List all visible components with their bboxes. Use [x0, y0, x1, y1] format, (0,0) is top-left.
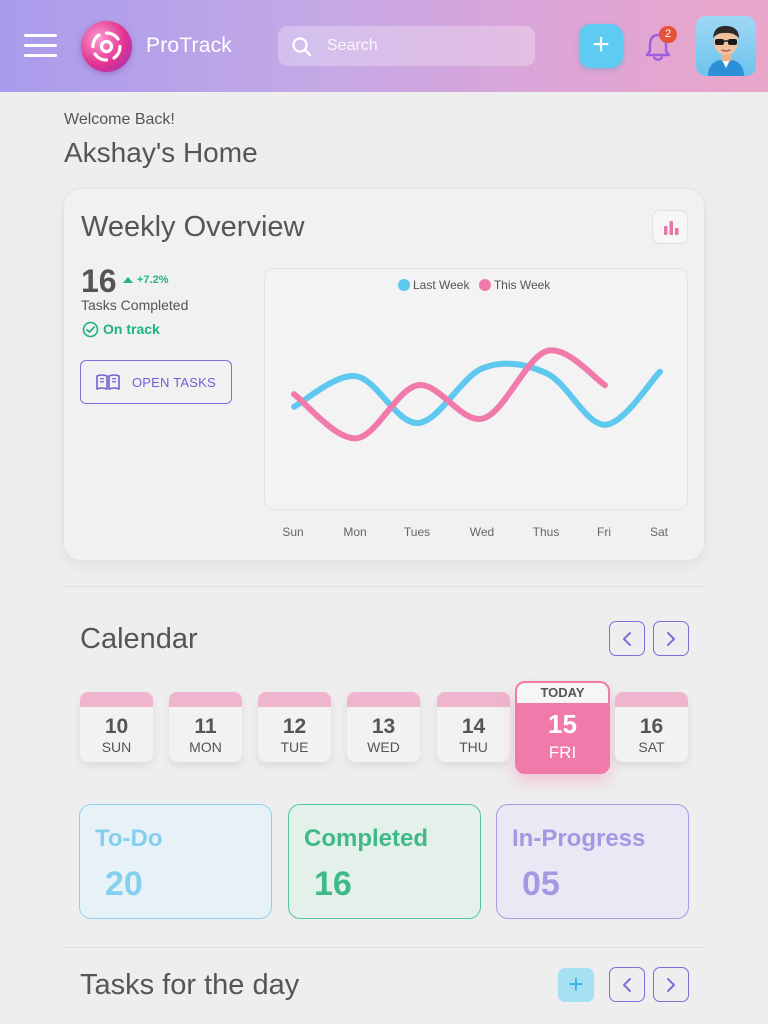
book-icon	[96, 374, 120, 390]
stat-value: 16	[314, 865, 352, 903]
x-tick-label: Wed	[469, 525, 495, 539]
series-line-last-week	[291, 360, 663, 428]
search-input[interactable]	[327, 26, 527, 66]
chart-x-axis: Sun Mon Tues Wed Thus Fri Sat	[264, 525, 688, 541]
x-tick-label: Tues	[403, 525, 431, 539]
stat-label: To-Do	[95, 825, 163, 852]
top-bar: ProTrack + 2	[0, 0, 768, 92]
trend-up-icon	[123, 277, 133, 283]
completed-stat-card[interactable]: Completed 16	[288, 804, 481, 919]
add-button[interactable]: +	[579, 24, 623, 68]
open-tasks-button[interactable]: OPEN TASKS	[80, 360, 232, 404]
today-caption: TODAY	[517, 683, 608, 703]
calendar-day-today[interactable]: TODAY 15 FRI	[515, 681, 610, 774]
day-number: 11	[194, 715, 217, 738]
stat-value: 05	[522, 865, 560, 903]
chart-plot	[291, 347, 663, 442]
weekly-overview-title: Weekly Overview	[81, 211, 305, 243]
day-of-week: FRI	[548, 743, 577, 762]
open-tasks-label: OPEN TASKS	[132, 375, 216, 390]
tasks-prev-button[interactable]	[609, 967, 645, 1002]
x-tick-label: Thus	[532, 525, 560, 539]
tasks-next-button[interactable]	[653, 967, 689, 1002]
chevron-left-icon	[623, 978, 631, 992]
day-number: 14	[461, 715, 486, 738]
todo-stat-card[interactable]: To-Do 20	[79, 804, 272, 919]
protrack-logo	[81, 21, 132, 72]
calendar-day[interactable]: 12 TUE	[258, 692, 331, 762]
app-name: ProTrack	[146, 34, 232, 57]
x-tick-label: Sun	[282, 525, 304, 539]
stat-label: Completed	[304, 825, 429, 852]
chevron-right-icon	[667, 978, 675, 992]
chevron-right-icon	[667, 632, 675, 646]
tasks-section-title: Tasks for the day	[80, 969, 300, 1001]
calendar-title: Calendar	[80, 623, 198, 655]
x-tick-label: Fri	[597, 525, 611, 539]
page-title: Akshay's Home	[64, 137, 258, 168]
welcome-greeting: Welcome Back!	[64, 111, 175, 128]
hamburger-menu-icon[interactable]	[24, 34, 57, 58]
search-bar[interactable]	[278, 26, 535, 66]
tasks-completed-label: Tasks Completed	[81, 297, 189, 313]
tasks-completed-count: 16	[81, 263, 117, 299]
day-of-week: MON	[189, 739, 222, 755]
search-icon	[292, 37, 312, 57]
calendar-day[interactable]: 10 SUN	[80, 692, 153, 762]
stat-value: 20	[105, 865, 143, 903]
section-divider	[63, 947, 705, 948]
stat-label: In-Progress	[512, 825, 646, 852]
x-tick-label: Sat	[649, 525, 669, 539]
check-circle-icon	[82, 321, 99, 338]
x-tick-label: Mon	[343, 525, 367, 539]
trend-percent: +7.2%	[137, 274, 169, 286]
day-of-week: SUN	[101, 739, 132, 755]
calendar-day[interactable]: 11 MON	[169, 692, 242, 762]
day-number: 16	[639, 715, 664, 738]
day-number: 13	[371, 715, 396, 738]
day-of-week: TUE	[280, 739, 309, 755]
day-of-week: SAT	[638, 739, 665, 755]
avatar[interactable]	[696, 16, 756, 76]
section-divider	[63, 586, 705, 587]
day-number: 12	[282, 715, 307, 738]
add-task-button[interactable]: +	[558, 968, 594, 1002]
day-of-week: THU	[459, 739, 488, 755]
bar-chart-icon[interactable]	[652, 210, 688, 244]
chevron-left-icon	[623, 632, 631, 646]
in-progress-stat-card[interactable]: In-Progress 05	[496, 804, 689, 919]
series-line-this-week	[291, 347, 608, 442]
status-text: On track	[103, 321, 160, 337]
calendar-next-button[interactable]	[653, 621, 689, 656]
calendar-day[interactable]: 16 SAT	[615, 692, 688, 762]
day-of-week: WED	[367, 739, 400, 755]
notification-badge: 2	[659, 26, 677, 43]
calendar-day[interactable]: 14 THU	[437, 692, 510, 762]
weekly-line-chart: Last Week This Week	[264, 268, 688, 510]
calendar-prev-button[interactable]	[609, 621, 645, 656]
day-number: 15	[548, 709, 577, 739]
calendar-day[interactable]: 13 WED	[347, 692, 420, 762]
day-number: 10	[104, 715, 129, 738]
weekly-overview-card: Weekly Overview 16 +7.2% Tasks Completed…	[63, 188, 705, 561]
